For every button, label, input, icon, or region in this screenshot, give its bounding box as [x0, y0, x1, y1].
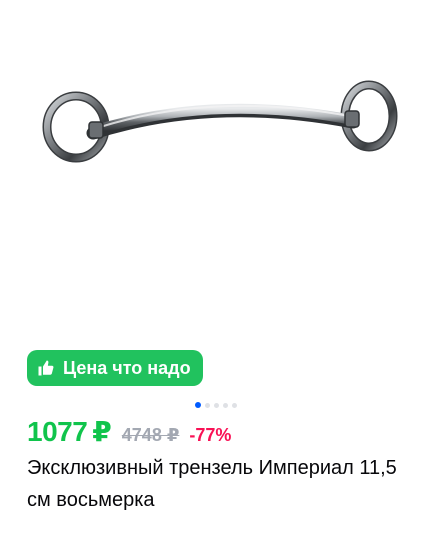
carousel-dot[interactable]: [232, 402, 237, 408]
product-image-area[interactable]: [13, 0, 419, 340]
badge-label: Цена что надо: [63, 357, 191, 378]
discount-percent: -77%: [189, 425, 232, 445]
price-badge[interactable]: Цена что надо: [27, 350, 203, 386]
thumbs-up-icon: [38, 360, 54, 376]
carousel-dot[interactable]: [223, 402, 228, 408]
carousel-dot-active[interactable]: [195, 402, 201, 408]
product-card[interactable]: Цена что надо 1077 ₽ 4748 ₽ -77% Эксклюз…: [13, 0, 419, 541]
carousel-dot[interactable]: [205, 402, 210, 408]
current-price: 1077: [27, 416, 88, 447]
carousel-indicator: [195, 402, 237, 408]
price-row: 1077 ₽ 4748 ₽ -77%: [27, 415, 231, 448]
product-title[interactable]: Эксклюзивный трензель Империал 11,5 см в…: [27, 452, 407, 516]
carousel-dot[interactable]: [214, 402, 219, 408]
product-image[interactable]: [13, 0, 419, 340]
current-price-currency: ₽: [92, 416, 112, 447]
old-price: 4748 ₽: [121, 425, 180, 445]
